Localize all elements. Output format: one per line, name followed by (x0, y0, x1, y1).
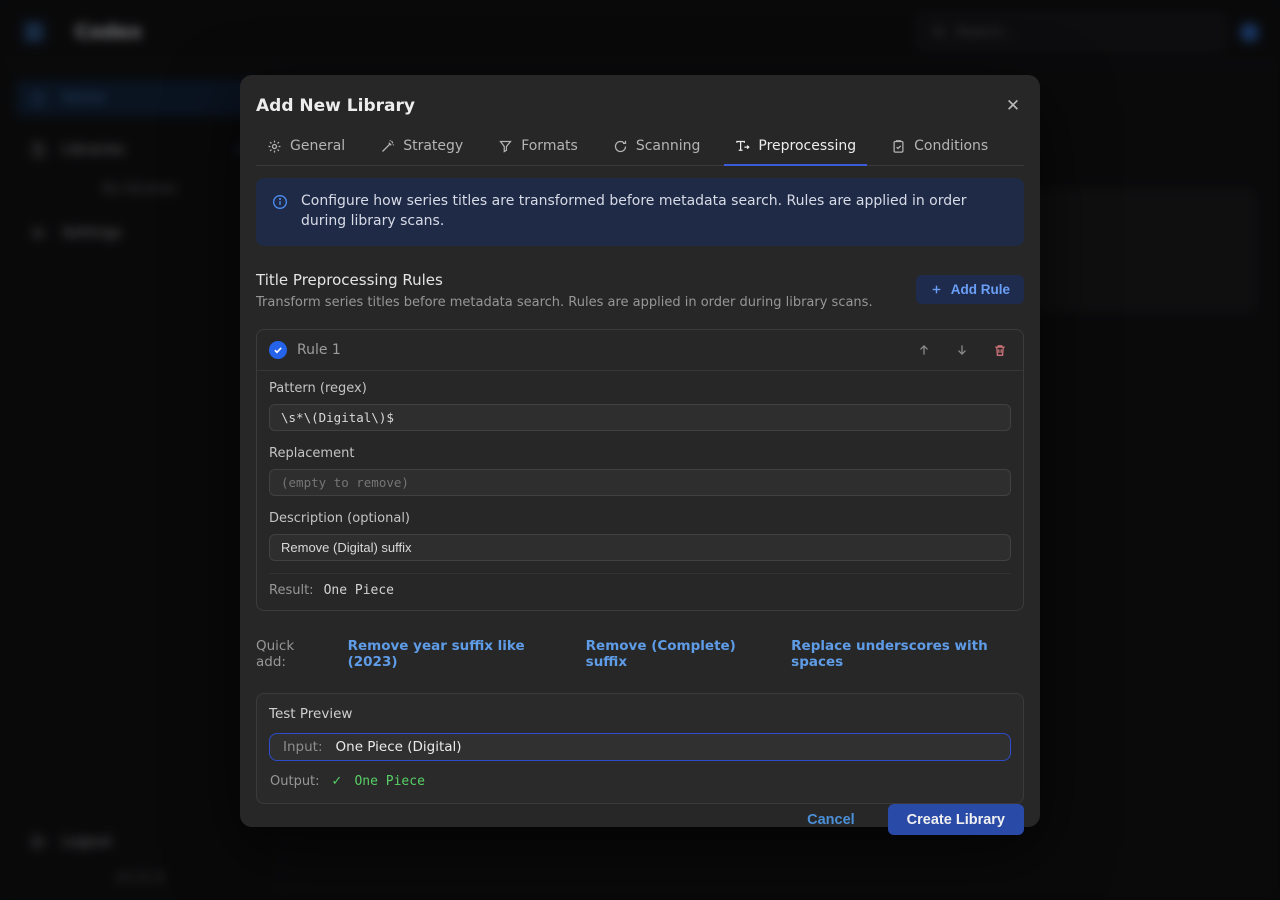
test-input-label: Input: (283, 739, 323, 755)
pattern-input[interactable] (269, 404, 1011, 431)
rule-card: Rule 1 Pattern (regex) Replacement Descr… (256, 329, 1024, 611)
rule-body: Pattern (regex) Replacement Description … (257, 371, 1023, 610)
check-icon (273, 345, 283, 355)
success-check-icon: ✓ (332, 774, 343, 789)
clipboard-check-icon (891, 139, 906, 154)
add-rule-label: Add Rule (951, 282, 1010, 297)
tab-conditions[interactable]: Conditions (880, 129, 999, 165)
rules-section-title: Title Preprocessing Rules (256, 271, 873, 289)
quick-add-row: Quick add: Remove year suffix like (2023… (256, 638, 1024, 670)
modal-tabs: General Strategy Formats Scanning Prepro… (256, 129, 1024, 166)
quick-add-underscores[interactable]: Replace underscores with spaces (791, 638, 1024, 670)
gear-icon (267, 139, 282, 154)
arrow-down-icon (955, 343, 969, 357)
text-transform-icon (735, 139, 750, 154)
tab-label: General (290, 138, 345, 154)
rule-enabled-checkbox[interactable] (269, 341, 287, 359)
info-icon (272, 194, 288, 210)
replacement-label: Replacement (269, 446, 1011, 461)
tab-strategy[interactable]: Strategy (369, 129, 474, 165)
modal-body: Configure how series titles are transfor… (240, 166, 1040, 804)
quick-add-year-suffix[interactable]: Remove year suffix like (2023) (348, 638, 561, 670)
info-banner-text: Configure how series titles are transfor… (301, 191, 1008, 231)
cancel-button[interactable]: Cancel (807, 812, 855, 828)
tab-label: Preprocessing (758, 138, 856, 154)
arrow-up-icon (917, 343, 931, 357)
description-input[interactable] (269, 534, 1011, 561)
quick-add-complete-suffix[interactable]: Remove (Complete) suffix (586, 638, 767, 670)
rule-result-row: Result: One Piece (269, 573, 1011, 598)
tab-general[interactable]: General (256, 129, 356, 165)
add-rule-button[interactable]: Add Rule (916, 275, 1024, 304)
rule-header: Rule 1 (257, 330, 1023, 371)
tab-label: Formats (521, 138, 578, 154)
description-label: Description (optional) (269, 511, 1011, 526)
tab-formats[interactable]: Formats (487, 129, 589, 165)
move-rule-up-button[interactable] (913, 339, 935, 361)
tab-preprocessing[interactable]: Preprocessing (724, 129, 867, 165)
move-rule-down-button[interactable] (951, 339, 973, 361)
quick-add-label: Quick add: (256, 638, 323, 670)
rules-section-header: Title Preprocessing Rules Transform seri… (256, 271, 1024, 310)
test-preview-card: Test Preview Input: One Piece (Digital) … (256, 693, 1024, 804)
create-library-button[interactable]: Create Library (888, 804, 1024, 835)
test-output-row: Output: ✓ One Piece (269, 774, 1011, 789)
funnel-icon (498, 139, 513, 154)
modal-footer: Cancel Create Library (240, 804, 1040, 854)
pattern-label: Pattern (regex) (269, 381, 1011, 396)
test-output-value: One Piece (354, 774, 424, 789)
tab-label: Scanning (636, 138, 701, 154)
tab-label: Strategy (403, 138, 463, 154)
close-icon[interactable]: ✕ (1002, 95, 1024, 117)
delete-rule-button[interactable] (989, 339, 1011, 361)
trash-icon (993, 343, 1007, 357)
plus-icon (930, 283, 943, 296)
test-input-value: One Piece (Digital) (336, 739, 462, 755)
wand-icon (380, 139, 395, 154)
result-value: One Piece (324, 583, 394, 598)
modal-header: Add New Library ✕ (240, 75, 1040, 129)
test-output-label: Output: (270, 774, 320, 789)
modal-title: Add New Library (256, 96, 415, 116)
result-label: Result: (269, 583, 314, 598)
test-input-field[interactable]: Input: One Piece (Digital) (269, 733, 1011, 761)
info-banner: Configure how series titles are transfor… (256, 178, 1024, 246)
test-preview-title: Test Preview (269, 706, 1011, 722)
rules-section-subtitle: Transform series titles before metadata … (256, 295, 873, 310)
tab-label: Conditions (914, 138, 988, 154)
refresh-icon (613, 139, 628, 154)
add-library-modal: Add New Library ✕ General Strategy Forma… (240, 75, 1040, 827)
rule-name: Rule 1 (297, 342, 897, 358)
replacement-input[interactable] (269, 469, 1011, 496)
tab-scanning[interactable]: Scanning (602, 129, 712, 165)
